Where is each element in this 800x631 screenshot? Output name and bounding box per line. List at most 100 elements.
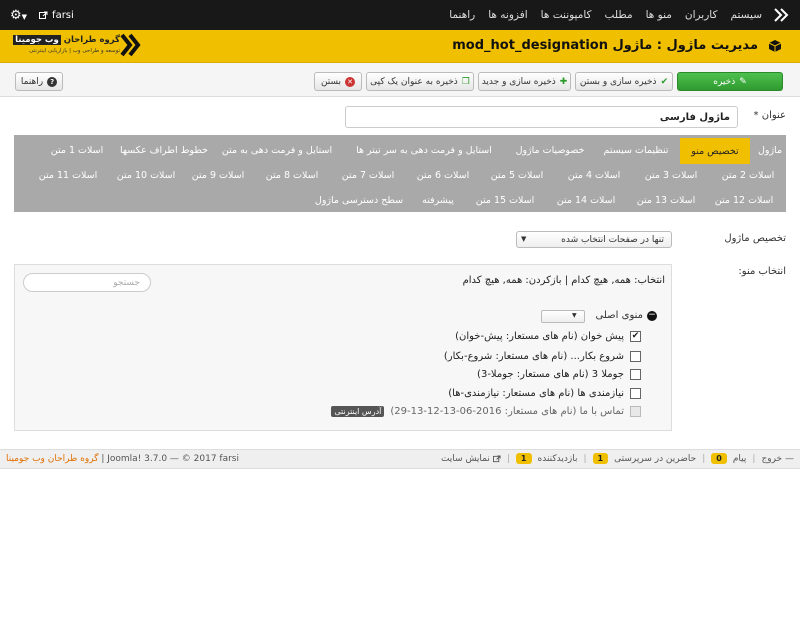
tab-slot-12[interactable]: اسلات 12 متن: [708, 187, 780, 213]
tab-slot-11[interactable]: اسلات 11 متن: [32, 162, 104, 188]
cube-icon: [768, 40, 782, 52]
tab-menu-assignment[interactable]: تخصیص منو: [680, 138, 750, 164]
tab-slot-2[interactable]: اسلات 2 متن: [716, 162, 780, 188]
tab-image-borders[interactable]: خطوط اطراف عکسها: [118, 137, 210, 163]
search-placeholder: جستجو: [113, 277, 140, 288]
tab-slot-6[interactable]: اسلات 6 متن: [410, 162, 476, 188]
menu-item-label: نیازمندی ها (نام های مستعار: نیازمندی-ها…: [448, 388, 624, 399]
tab-text-style[interactable]: استایل و فرمت دهی به متن: [214, 137, 340, 163]
save-close-button[interactable]: ✔ ذخیره سازی و بستن: [575, 72, 673, 91]
minus-icon: —: [785, 453, 794, 464]
tab-slot-1[interactable]: اسلات 1 متن: [44, 137, 110, 163]
menu-select-label: انتخاب منو:: [738, 266, 786, 277]
external-link-icon: [492, 454, 501, 462]
external-link-icon: [39, 11, 48, 19]
toolbar: ✎ ذخیره ✔ ذخیره سازی و بستن ✚ ذخیره سازی و …: [0, 63, 800, 97]
menu-components[interactable]: کامپوننت ها: [541, 9, 592, 21]
save-copy-button[interactable]: ❐ ذخیره به عنوان یک کپی: [366, 72, 474, 91]
menu-item-row: جوملا 3 (نام های مستعار: جوملا-3): [477, 369, 641, 380]
tab-module[interactable]: ماژول: [754, 137, 786, 163]
caret-down-icon: ▼: [572, 312, 577, 319]
menu-item-row: ✔ پیش خوان (نام های مستعار: پیش-خوان): [455, 331, 641, 342]
menu-item-checkbox: [630, 406, 641, 417]
tab-slot-5[interactable]: اسلات 5 متن: [484, 162, 550, 188]
menu-item-row: شروع بکار... (نام های مستعار: شروع-بکار): [444, 351, 641, 362]
joomla-logo-icon[interactable]: [774, 8, 790, 22]
title-input[interactable]: [345, 106, 738, 128]
brand-name: گروه طراحان وب جومینا: [13, 35, 120, 45]
caret-down-icon: ▼: [521, 235, 527, 243]
plus-icon: ✚: [559, 76, 568, 87]
menu-item-checkbox[interactable]: ✔: [630, 331, 641, 342]
tab-module-properties[interactable]: خصوصیات ماژول: [510, 137, 590, 163]
menu-search-input[interactable]: جستجو: [23, 273, 151, 292]
tab-access-level[interactable]: سطح دسترسی ماژول: [310, 187, 408, 213]
question-icon: ?: [47, 76, 58, 87]
module-tabs: ماژول تخصیص منو تنظیمات سیستم خصوصیات ما…: [14, 135, 786, 212]
menu-item-label: پیش خوان (نام های مستعار: پیش-خوان): [455, 331, 624, 342]
menu-assignment-panel: جستجو انتخاب: همه, هیچ کدام | بازکردن: ه…: [14, 264, 672, 431]
tab-system-settings[interactable]: تنظیمات سیستم: [598, 137, 674, 163]
menu-help[interactable]: راهنما: [449, 9, 475, 21]
top-navbar: سیستم کاربران منو ها مطلب کامپوننت ها اف…: [0, 0, 800, 30]
copyright-text: Joomla! 3.7.0 — © 2017 farsi: [107, 454, 239, 464]
save-button[interactable]: ✎ ذخیره: [677, 72, 783, 91]
messages-badge[interactable]: 0: [711, 453, 727, 464]
tab-heading-style[interactable]: استایل و فرمت دهی به سر تیتر ها: [344, 137, 504, 163]
tab-slot-9[interactable]: اسلات 9 متن: [184, 162, 252, 188]
status-footer: گروه طراحان وب جومینا | Joomla! 3.7.0 — …: [0, 449, 800, 469]
close-icon: ✕: [345, 76, 356, 87]
menu-system[interactable]: سیستم: [731, 9, 763, 21]
menu-item-checkbox[interactable]: [630, 351, 641, 362]
page-header: مدیریت ماژول : ماژول mod_hot_designation…: [0, 30, 800, 63]
view-site-link[interactable]: نمایش سایت: [441, 454, 501, 464]
tab-slot-10[interactable]: اسلات 10 متن: [110, 162, 182, 188]
menu-item-label: جوملا 3 (نام های مستعار: جوملا-3): [477, 369, 624, 380]
tab-advanced[interactable]: پیشرفته: [414, 187, 462, 213]
tab-slot-4[interactable]: اسلات 4 متن: [561, 162, 627, 188]
assignment-select[interactable]: تنها در صفحات انتخاب شده ▼: [516, 231, 672, 248]
admins-label: حاضرین در سرپرستی: [614, 453, 697, 464]
menu-group-select[interactable]: ▼: [541, 310, 585, 323]
tab-slot-15[interactable]: اسلات 15 متن: [469, 187, 541, 213]
messages-label[interactable]: پیام: [733, 454, 747, 464]
visitors-label: بازدیدکننده: [537, 453, 578, 464]
site-name: farsi: [52, 9, 74, 21]
help-button[interactable]: ? راهنما: [15, 72, 63, 91]
group-link[interactable]: گروه طراحان وب جومینا: [6, 454, 98, 464]
check-icon: ✔: [660, 76, 669, 87]
menu-item-checkbox[interactable]: [630, 369, 641, 380]
menu-item-row: نیازمندی ها (نام های مستعار: نیازمندی-ها…: [448, 388, 641, 399]
collapse-icon[interactable]: −: [647, 310, 657, 321]
menu-extensions[interactable]: افزونه ها: [488, 9, 527, 21]
brand-tagline: توسعه و طراحی وب | بازاریابی اینترنتی: [29, 48, 120, 54]
footer-copyright: گروه طراحان وب جومینا | Joomla! 3.7.0 — …: [6, 454, 239, 464]
url-badge: آدرس اینترنتی: [331, 406, 385, 417]
page-title: مدیریت ماژول : ماژول mod_hot_designation: [452, 38, 758, 53]
menu-item-label: تماس با ما (نام های مستعار: 2016-06-13-1…: [390, 406, 624, 417]
select-expand-links[interactable]: انتخاب: همه, هیچ کدام | بازکردن: همه, هی…: [463, 275, 665, 286]
admins-badge: 1: [592, 453, 609, 464]
edit-icon: ✎: [739, 76, 747, 87]
menu-menus[interactable]: منو ها: [646, 9, 672, 21]
gear-icon: ⚙: [10, 7, 22, 23]
footer-status: نمایش سایت | 1 بازدیدکننده | 1 حاضرین در…: [440, 453, 794, 464]
tab-slot-13[interactable]: اسلات 13 متن: [630, 187, 702, 213]
close-button[interactable]: ✕ بستن: [314, 72, 362, 91]
menu-content[interactable]: مطلب: [605, 9, 633, 21]
menu-group-header: − منوی اصلی: [596, 310, 657, 321]
site-link[interactable]: farsi: [39, 10, 74, 21]
logout-link[interactable]: — خروج: [761, 454, 794, 464]
visitors-badge: 1: [515, 453, 532, 464]
menu-users[interactable]: کاربران: [685, 9, 718, 21]
caret-down-icon: ▼: [21, 12, 28, 21]
user-menu[interactable]: ⚙▼: [10, 8, 27, 23]
tab-slot-3[interactable]: اسلات 3 متن: [638, 162, 704, 188]
top-menu: سیستم کاربران منو ها مطلب کامپوننت ها اف…: [449, 0, 762, 30]
assignment-label: تخصیص ماژول: [724, 233, 786, 244]
tab-slot-7[interactable]: اسلات 7 متن: [334, 162, 402, 188]
save-new-button[interactable]: ✚ ذخیره سازی و جدید: [478, 72, 571, 91]
menu-item-checkbox[interactable]: [630, 388, 641, 399]
tab-slot-8[interactable]: اسلات 8 متن: [258, 162, 326, 188]
tab-slot-14[interactable]: اسلات 14 متن: [550, 187, 622, 213]
